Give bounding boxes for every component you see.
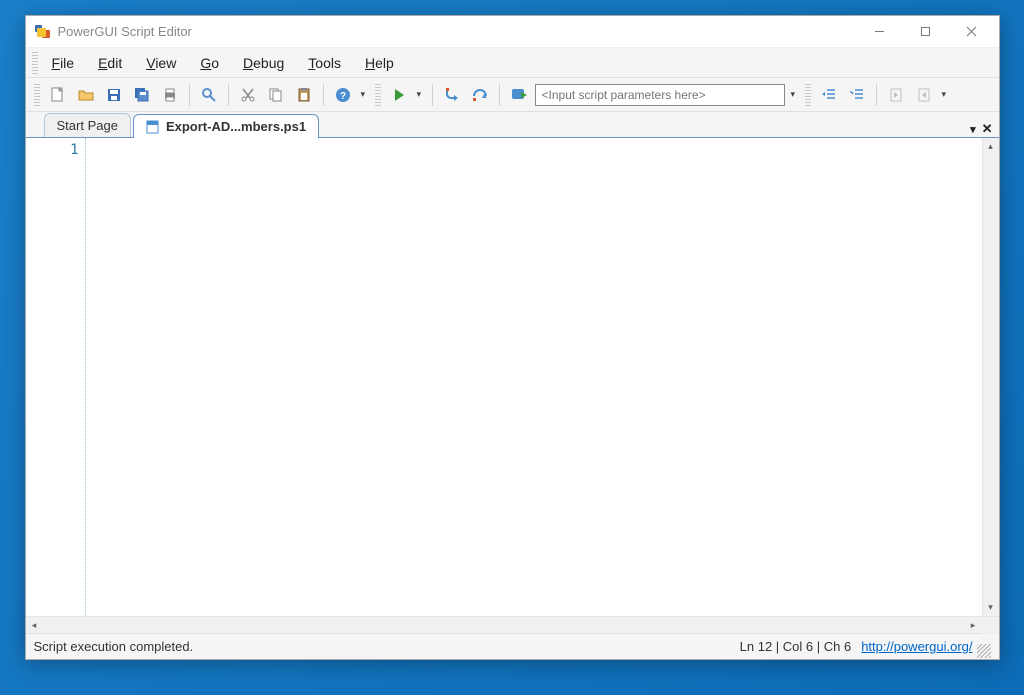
line-gutter: 1	[26, 138, 86, 616]
save-button[interactable]	[102, 83, 126, 107]
toolbar-sep-2	[228, 84, 229, 106]
toolbar-grip-3[interactable]	[805, 84, 811, 106]
paste-button[interactable]	[292, 83, 316, 107]
code-area[interactable]	[86, 138, 982, 616]
tab-controls: ▾ ✕	[970, 121, 998, 137]
tab-close-icon[interactable]: ✕	[982, 121, 993, 137]
menu-tools[interactable]: Tools	[296, 51, 353, 75]
cut-button[interactable]	[236, 83, 260, 107]
window-controls	[857, 18, 995, 46]
bookmark-prev-button[interactable]	[884, 83, 908, 107]
status-position: Ln 12 | Col 6 | Ch 6	[740, 639, 852, 654]
menubar: File Edit View Go Debug Tools Help	[26, 48, 999, 78]
editor: 1 ▴ ▾	[26, 138, 999, 616]
svg-text:?: ?	[339, 91, 345, 102]
app-title: PowerGUI Script Editor	[58, 24, 857, 39]
menu-edit[interactable]: Edit	[86, 51, 134, 75]
toolbar-grip-1[interactable]	[34, 84, 40, 106]
toolbar-grip-2[interactable]	[375, 84, 381, 106]
tab-start-label: Start Page	[57, 118, 118, 133]
tabbar: Start Page Export-AD...mbers.ps1 ▾ ✕	[26, 112, 999, 138]
statusbar: Script execution completed. Ln 12 | Col …	[26, 633, 999, 659]
status-link[interactable]: http://powergui.org/	[861, 639, 972, 654]
copy-button[interactable]	[264, 83, 288, 107]
line-number-1: 1	[26, 142, 79, 158]
step-over-button[interactable]	[468, 83, 492, 107]
toolbar: ? ▾ ▾ ▾ ▾	[26, 78, 999, 112]
menu-go[interactable]: Go	[188, 51, 231, 75]
open-file-button[interactable]	[74, 83, 98, 107]
editor-wrap: 1 ▴ ▾ ◂ ▸	[26, 138, 999, 633]
script-params-input[interactable]	[535, 84, 785, 106]
menu-help[interactable]: Help	[353, 51, 406, 75]
tab-list-dropdown-icon[interactable]: ▾	[970, 123, 976, 136]
params-dropdown-arrow[interactable]: ▾	[789, 89, 799, 100]
tab-start-page[interactable]: Start Page	[44, 113, 131, 137]
toolbar-sep-1	[189, 84, 190, 106]
scroll-corner	[982, 617, 999, 634]
toolbar-sep-5	[499, 84, 500, 106]
scroll-left-icon[interactable]: ◂	[26, 617, 43, 634]
menubar-grip[interactable]	[32, 52, 38, 74]
help-button[interactable]: ?	[331, 83, 355, 107]
vertical-scrollbar[interactable]: ▴ ▾	[982, 138, 999, 616]
menu-view[interactable]: View	[134, 51, 188, 75]
new-file-button[interactable]	[46, 83, 70, 107]
run-external-button[interactable]	[507, 83, 531, 107]
scroll-down-icon[interactable]: ▾	[983, 599, 999, 616]
resize-grip-icon[interactable]	[977, 644, 991, 658]
tab-file-1[interactable]: Export-AD...mbers.ps1	[133, 114, 319, 138]
save-all-button[interactable]	[130, 83, 154, 107]
toolbar-sep-3	[323, 84, 324, 106]
tab-file-1-label: Export-AD...mbers.ps1	[166, 119, 306, 134]
search-button[interactable]	[197, 83, 221, 107]
horizontal-scrollbar[interactable]: ◂ ▸	[26, 616, 999, 633]
help-dropdown-arrow[interactable]: ▾	[359, 89, 369, 100]
print-button[interactable]	[158, 83, 182, 107]
toolbar-sep-4	[432, 84, 433, 106]
indent-button[interactable]	[845, 83, 869, 107]
minimize-button[interactable]	[857, 18, 903, 46]
scroll-right-icon[interactable]: ▸	[965, 617, 982, 634]
bookmark-next-button[interactable]	[912, 83, 936, 107]
toolbar-sep-6	[876, 84, 877, 106]
menu-file[interactable]: File	[40, 51, 87, 75]
maximize-button[interactable]	[903, 18, 949, 46]
app-icon	[34, 23, 52, 41]
scroll-up-icon[interactable]: ▴	[983, 138, 999, 155]
bookmark-dropdown-arrow[interactable]: ▾	[940, 89, 950, 100]
run-button[interactable]	[387, 83, 411, 107]
run-dropdown-arrow[interactable]: ▾	[415, 89, 425, 100]
titlebar: PowerGUI Script Editor	[26, 16, 999, 48]
step-into-button[interactable]	[440, 83, 464, 107]
status-message: Script execution completed.	[34, 639, 740, 654]
ps1-file-icon	[146, 120, 160, 134]
app-window: PowerGUI Script Editor File Edit View Go…	[25, 15, 1000, 660]
menu-debug[interactable]: Debug	[231, 51, 296, 75]
outdent-button[interactable]	[817, 83, 841, 107]
close-button[interactable]	[949, 18, 995, 46]
